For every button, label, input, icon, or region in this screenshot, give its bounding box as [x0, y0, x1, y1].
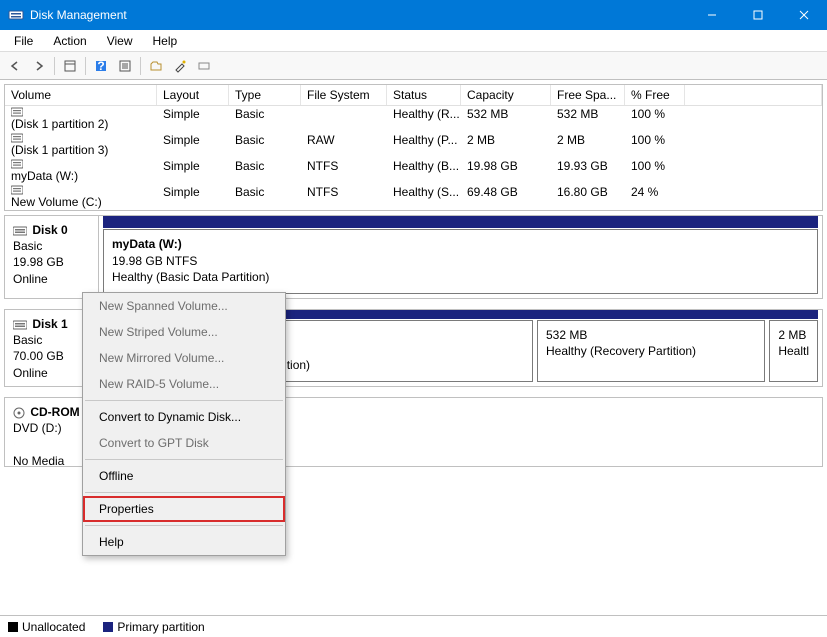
menu-help[interactable]: Help	[143, 32, 188, 50]
disk-info-0[interactable]: Disk 0 Basic 19.98 GB Online	[5, 216, 99, 298]
partition-title: myData (W:)	[112, 236, 809, 252]
table-row[interactable]: (Disk 1 partition 2)SimpleBasicHealthy (…	[5, 106, 822, 132]
toolbar-list-icon[interactable]	[114, 55, 136, 77]
disk-icon	[13, 320, 27, 330]
menu-help[interactable]: Help	[83, 529, 285, 555]
toolbar-extra-icon[interactable]	[193, 55, 215, 77]
disk-icon	[13, 226, 27, 236]
disc-icon	[13, 407, 25, 419]
col-status[interactable]: Status	[387, 85, 461, 105]
menu-offline[interactable]: Offline	[83, 463, 285, 489]
toolbar-panel-icon[interactable]	[59, 55, 81, 77]
partition-small[interactable]: 2 MB Healtl	[769, 320, 818, 382]
partition-status: Healthy (Basic Data Partition)	[112, 269, 809, 285]
disk-size: 70.00 GB	[13, 349, 64, 363]
table-row[interactable]: myData (W:)SimpleBasicNTFSHealthy (B...1…	[5, 158, 822, 184]
menubar: File Action View Help	[0, 30, 827, 52]
legend-unallocated: Unallocated	[8, 620, 85, 634]
partition-detail: 2 MB	[778, 327, 809, 343]
disk-title: Disk 1	[32, 317, 67, 331]
open-icon[interactable]	[145, 55, 167, 77]
partition-recovery[interactable]: 532 MB Healthy (Recovery Partition)	[537, 320, 765, 382]
col-freespace[interactable]: Free Spa...	[551, 85, 625, 105]
volume-list: Volume Layout Type File System Status Ca…	[4, 84, 823, 211]
col-layout[interactable]: Layout	[157, 85, 229, 105]
disk-type: Basic	[13, 239, 42, 253]
list-header: Volume Layout Type File System Status Ca…	[5, 85, 822, 106]
table-row[interactable]: (Disk 1 partition 3)SimpleBasicRAWHealth…	[5, 132, 822, 158]
window-title: Disk Management	[30, 8, 689, 22]
app-icon	[8, 7, 24, 23]
col-type[interactable]: Type	[229, 85, 301, 105]
forward-button[interactable]	[28, 55, 50, 77]
toolbar: ?	[0, 52, 827, 80]
menu-properties[interactable]: Properties	[83, 496, 285, 522]
help-icon[interactable]: ?	[90, 55, 112, 77]
menu-file[interactable]: File	[4, 32, 43, 50]
table-row[interactable]: New Volume (C:)SimpleBasicNTFSHealthy (S…	[5, 184, 822, 210]
back-button[interactable]	[4, 55, 26, 77]
disk-row-0: Disk 0 Basic 19.98 GB Online myData (W:)…	[4, 215, 823, 299]
menu-new-spanned[interactable]: New Spanned Volume...	[83, 293, 285, 319]
titlebar: Disk Management	[0, 0, 827, 30]
wizard-icon[interactable]	[169, 55, 191, 77]
partition-status: Healtl	[778, 343, 809, 359]
disk-title: Disk 0	[32, 223, 67, 237]
legend-primary: Primary partition	[103, 620, 204, 634]
partition-mydata[interactable]: myData (W:) 19.98 GB NTFS Healthy (Basic…	[103, 229, 818, 294]
disk-type: Basic	[13, 333, 42, 347]
legend: Unallocated Primary partition	[0, 615, 827, 637]
disk-band	[103, 216, 818, 228]
partition-status: Healthy (Recovery Partition)	[546, 343, 756, 359]
col-filesystem[interactable]: File System	[301, 85, 387, 105]
menu-convert-gpt[interactable]: Convert to GPT Disk	[83, 430, 285, 456]
partition-detail: 19.98 GB NTFS	[112, 253, 809, 269]
svg-text:?: ?	[97, 59, 104, 73]
disk-size: 19.98 GB	[13, 255, 64, 269]
partition-detail: 532 MB	[546, 327, 756, 343]
menu-action[interactable]: Action	[43, 32, 96, 50]
context-menu: New Spanned Volume... New Striped Volume…	[82, 292, 286, 556]
maximize-button[interactable]	[735, 0, 781, 30]
minimize-button[interactable]	[689, 0, 735, 30]
disk-state: Online	[13, 272, 48, 286]
disk-state: No Media	[13, 454, 64, 468]
menu-new-striped[interactable]: New Striped Volume...	[83, 319, 285, 345]
menu-new-raid5[interactable]: New RAID-5 Volume...	[83, 371, 285, 397]
menu-view[interactable]: View	[97, 32, 143, 50]
col-volume[interactable]: Volume	[5, 85, 157, 105]
disk-state: Online	[13, 366, 48, 380]
disk-title: CD-ROM	[30, 405, 79, 419]
disk-detail: DVD (D:)	[13, 421, 62, 435]
menu-new-mirrored[interactable]: New Mirrored Volume...	[83, 345, 285, 371]
col-pctfree[interactable]: % Free	[625, 85, 685, 105]
col-capacity[interactable]: Capacity	[461, 85, 551, 105]
close-button[interactable]	[781, 0, 827, 30]
menu-convert-dynamic[interactable]: Convert to Dynamic Disk...	[83, 404, 285, 430]
